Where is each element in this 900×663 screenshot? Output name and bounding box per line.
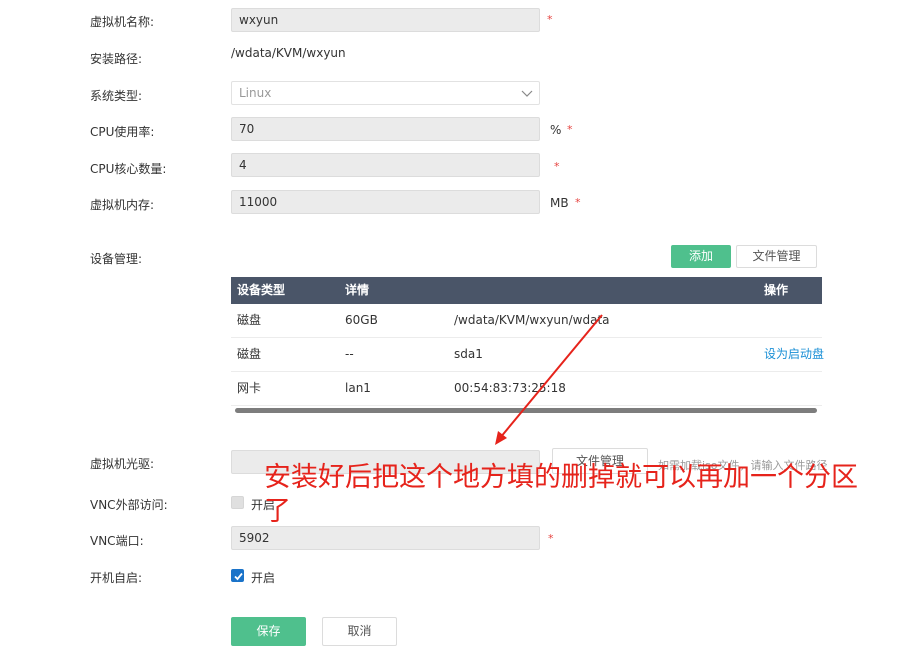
annotation-text: 安装好后把这个地方填的删掉就可以再加一个分区了 <box>264 462 858 527</box>
annotation-arrow <box>495 314 603 445</box>
